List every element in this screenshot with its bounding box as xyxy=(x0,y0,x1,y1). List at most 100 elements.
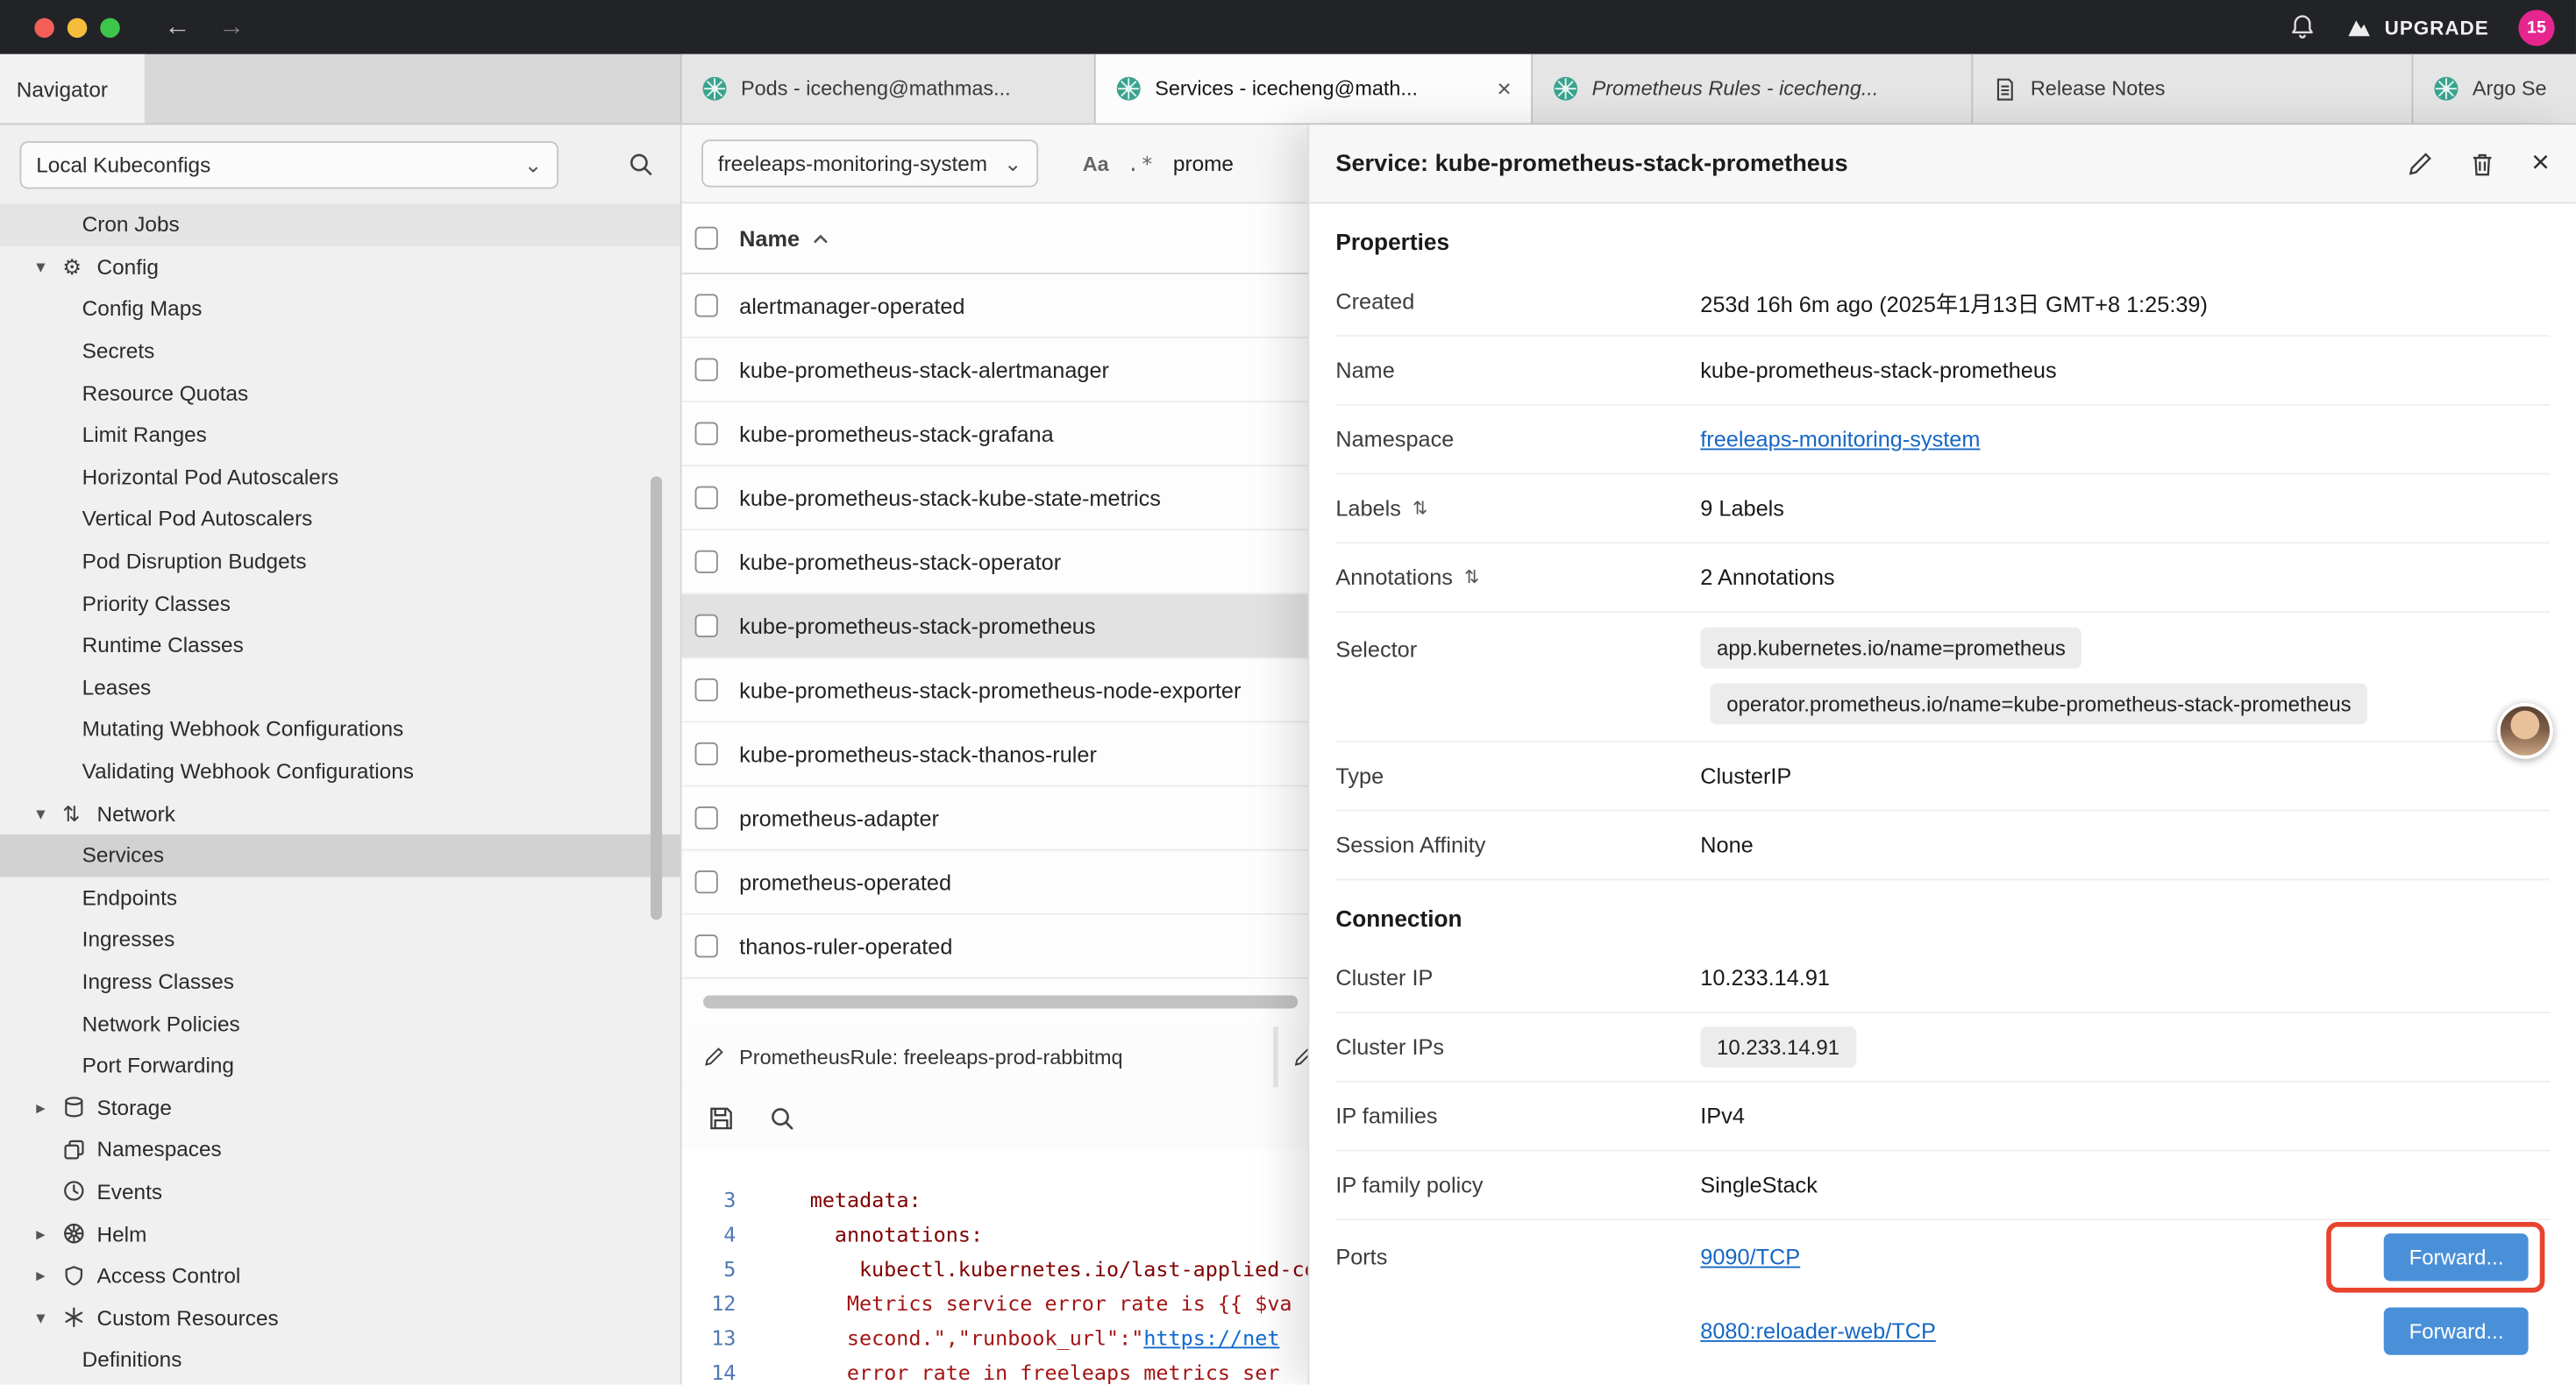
tabstrip-spacer xyxy=(145,54,682,124)
shield-icon xyxy=(62,1264,96,1287)
scrollbar-thumb[interactable] xyxy=(651,476,662,920)
row-checkbox[interactable] xyxy=(695,358,718,380)
service-name: kube-prometheus-stack-operator xyxy=(739,550,1061,574)
window-zoom-button[interactable] xyxy=(100,18,119,37)
tab-release-notes[interactable]: Release Notes xyxy=(1973,54,2413,124)
sidebar-item-storage[interactable]: ▸ Storage xyxy=(0,1086,680,1128)
editor-search-icon[interactable] xyxy=(769,1105,795,1132)
namespace-selector[interactable]: freeleaps-monitoring-system ⌄ xyxy=(701,139,1038,187)
sidebar-item-limit-ranges[interactable]: Limit Ranges xyxy=(0,414,680,456)
sidebar-item-namespaces[interactable]: Namespaces xyxy=(0,1128,680,1170)
chevron-expanded-icon[interactable]: ▾ xyxy=(36,803,62,824)
port-link[interactable]: 8080:reloader-web/TCP xyxy=(1700,1319,1936,1344)
row-checkbox[interactable] xyxy=(695,678,718,701)
column-header-name[interactable]: Name xyxy=(739,226,829,251)
row-checkbox[interactable] xyxy=(695,423,718,445)
sidebar-item-mutating-webhook-configurations[interactable]: Mutating Webhook Configurations xyxy=(0,708,680,750)
sidebar-item-events[interactable]: Events xyxy=(0,1170,680,1212)
select-all-checkbox[interactable] xyxy=(695,227,718,250)
chevron-collapsed-icon[interactable]: ▸ xyxy=(36,1223,62,1244)
namespace-link[interactable]: freeleaps-monitoring-system xyxy=(1700,427,1980,451)
row-checkbox[interactable] xyxy=(695,487,718,509)
sidebar-item-helm[interactable]: ▸ Helm xyxy=(0,1212,680,1254)
save-icon[interactable] xyxy=(708,1105,735,1132)
row-checkbox[interactable] xyxy=(695,614,718,637)
close-drawer-icon[interactable]: × xyxy=(2531,148,2550,180)
sidebar-item-network-policies[interactable]: Network Policies xyxy=(0,1002,680,1044)
port-link[interactable]: 9090/TCP xyxy=(1700,1245,1800,1269)
notifications-bell-icon[interactable] xyxy=(2289,13,2317,41)
sidebar-item-services[interactable]: Services xyxy=(0,835,680,877)
gear-icon: ⚙ xyxy=(62,256,96,277)
sidebar-item-label: Config Maps xyxy=(82,296,203,321)
row-checkbox[interactable] xyxy=(695,742,718,765)
sidebar-item-label: Limit Ranges xyxy=(82,423,207,447)
forward-button[interactable]: Forward... xyxy=(2384,1307,2528,1354)
sidebar-search-icon[interactable] xyxy=(628,151,654,177)
edit-icon[interactable] xyxy=(2407,150,2433,176)
history-forward-button[interactable]: → xyxy=(218,14,245,40)
chevron-expanded-icon[interactable]: ▾ xyxy=(36,256,62,277)
sidebar-item-config[interactable]: ▾⚙Config xyxy=(0,245,680,288)
match-case-toggle[interactable]: Aa xyxy=(1083,152,1109,174)
sidebar-item-access-control[interactable]: ▸Access Control xyxy=(0,1254,680,1296)
row-checkbox[interactable] xyxy=(695,870,718,893)
chevron-collapsed-icon[interactable]: ▸ xyxy=(36,1097,62,1118)
sort-arrows-icon[interactable]: ⇅ xyxy=(1413,498,1427,519)
window-controls xyxy=(34,18,119,37)
history-back-button[interactable]: ← xyxy=(164,14,190,40)
sidebar-item-ingress-classes[interactable]: Ingress Classes xyxy=(0,961,680,1003)
tab-services[interactable]: Services - icecheng@math... × xyxy=(1096,54,1533,124)
scrollbar-thumb[interactable] xyxy=(703,995,1298,1008)
close-tab-icon[interactable]: × xyxy=(1487,75,1512,103)
regex-toggle[interactable]: .* xyxy=(1127,151,1155,175)
sidebar-item-port-forwarding[interactable]: Port Forwarding xyxy=(0,1044,680,1086)
table-horizontal-scrollbar[interactable] xyxy=(682,995,1308,1008)
sidebar-item-cron-jobs[interactable]: Cron Jobs xyxy=(0,203,680,245)
sort-arrows-icon[interactable]: ⇅ xyxy=(1464,566,1479,587)
sidebar-item-horizontal-pod-autoscalers[interactable]: Horizontal Pod Autoscalers xyxy=(0,456,680,498)
row-checkbox[interactable] xyxy=(695,934,718,957)
sidebar-item-definitions[interactable]: Definitions xyxy=(0,1339,680,1381)
dock-tab-prometheusrule[interactable]: PrometheusRule: freeleaps-prod-rabbitmq xyxy=(682,1026,1274,1087)
window-minimize-button[interactable] xyxy=(68,18,87,37)
property-row-created: Created 253d 16h 6m ago (2025年1月13日 GMT+… xyxy=(1335,267,2550,337)
sidebar-item-network[interactable]: ▾⇅Network xyxy=(0,792,680,835)
sidebar-item-vertical-pod-autoscalers[interactable]: Vertical Pod Autoscalers xyxy=(0,498,680,540)
storage-icon xyxy=(62,1096,96,1119)
navigator-panel-label: Navigator xyxy=(0,54,145,124)
chevron-collapsed-icon[interactable]: ▸ xyxy=(36,1265,62,1286)
sidebar-item-label: Storage xyxy=(97,1095,172,1119)
user-avatar[interactable] xyxy=(2497,703,2553,759)
sidebar-item-leases[interactable]: Leases xyxy=(0,666,680,708)
chevron-expanded-icon[interactable]: ▾ xyxy=(36,1307,62,1328)
notification-count-badge[interactable]: 15 xyxy=(2518,9,2554,45)
sidebar-item-config-maps[interactable]: Config Maps xyxy=(0,288,680,330)
forward-button[interactable]: Forward... xyxy=(2384,1233,2528,1281)
window-close-button[interactable] xyxy=(34,18,53,37)
sidebar-item-endpoints[interactable]: Endpoints xyxy=(0,877,680,919)
upgrade-button[interactable]: UPGRADE xyxy=(2347,14,2489,40)
sidebar-item-ingresses[interactable]: Ingresses xyxy=(0,919,680,961)
sidebar-item-runtime-classes[interactable]: Runtime Classes xyxy=(0,624,680,666)
sidebar-item-custom-resources[interactable]: ▾Custom Resources xyxy=(0,1296,680,1339)
tab-argo[interactable]: Argo Se xyxy=(2413,54,2575,124)
row-checkbox[interactable] xyxy=(695,550,718,573)
sidebar-item-validating-webhook-configurations[interactable]: Validating Webhook Configurations xyxy=(0,750,680,792)
sidebar-item-resource-quotas[interactable]: Resource Quotas xyxy=(0,372,680,414)
search-input[interactable]: prome xyxy=(1173,151,1234,175)
property-label: Cluster IPs xyxy=(1335,1034,1700,1059)
row-checkbox[interactable] xyxy=(695,806,718,829)
tab-prometheus-rules[interactable]: Prometheus Rules - icecheng... xyxy=(1533,54,1973,124)
sidebar-item-pod-disruption-budgets[interactable]: Pod Disruption Budgets xyxy=(0,540,680,582)
sidebar-item-label: Helm xyxy=(97,1221,147,1246)
kubeconfig-selector[interactable]: Local Kubeconfigs ⌄ xyxy=(19,140,559,188)
sidebar-scrollbar[interactable] xyxy=(651,476,662,920)
delete-icon[interactable] xyxy=(2469,150,2495,176)
row-checkbox[interactable] xyxy=(695,294,718,316)
property-value: ClusterIP xyxy=(1700,764,1791,788)
sidebar-item-priority-classes[interactable]: Priority Classes xyxy=(0,582,680,624)
sidebar-item-label: Events xyxy=(97,1179,162,1204)
tab-pods[interactable]: Pods - icecheng@mathmas... xyxy=(682,54,1096,124)
sidebar-item-secrets[interactable]: Secrets xyxy=(0,330,680,372)
